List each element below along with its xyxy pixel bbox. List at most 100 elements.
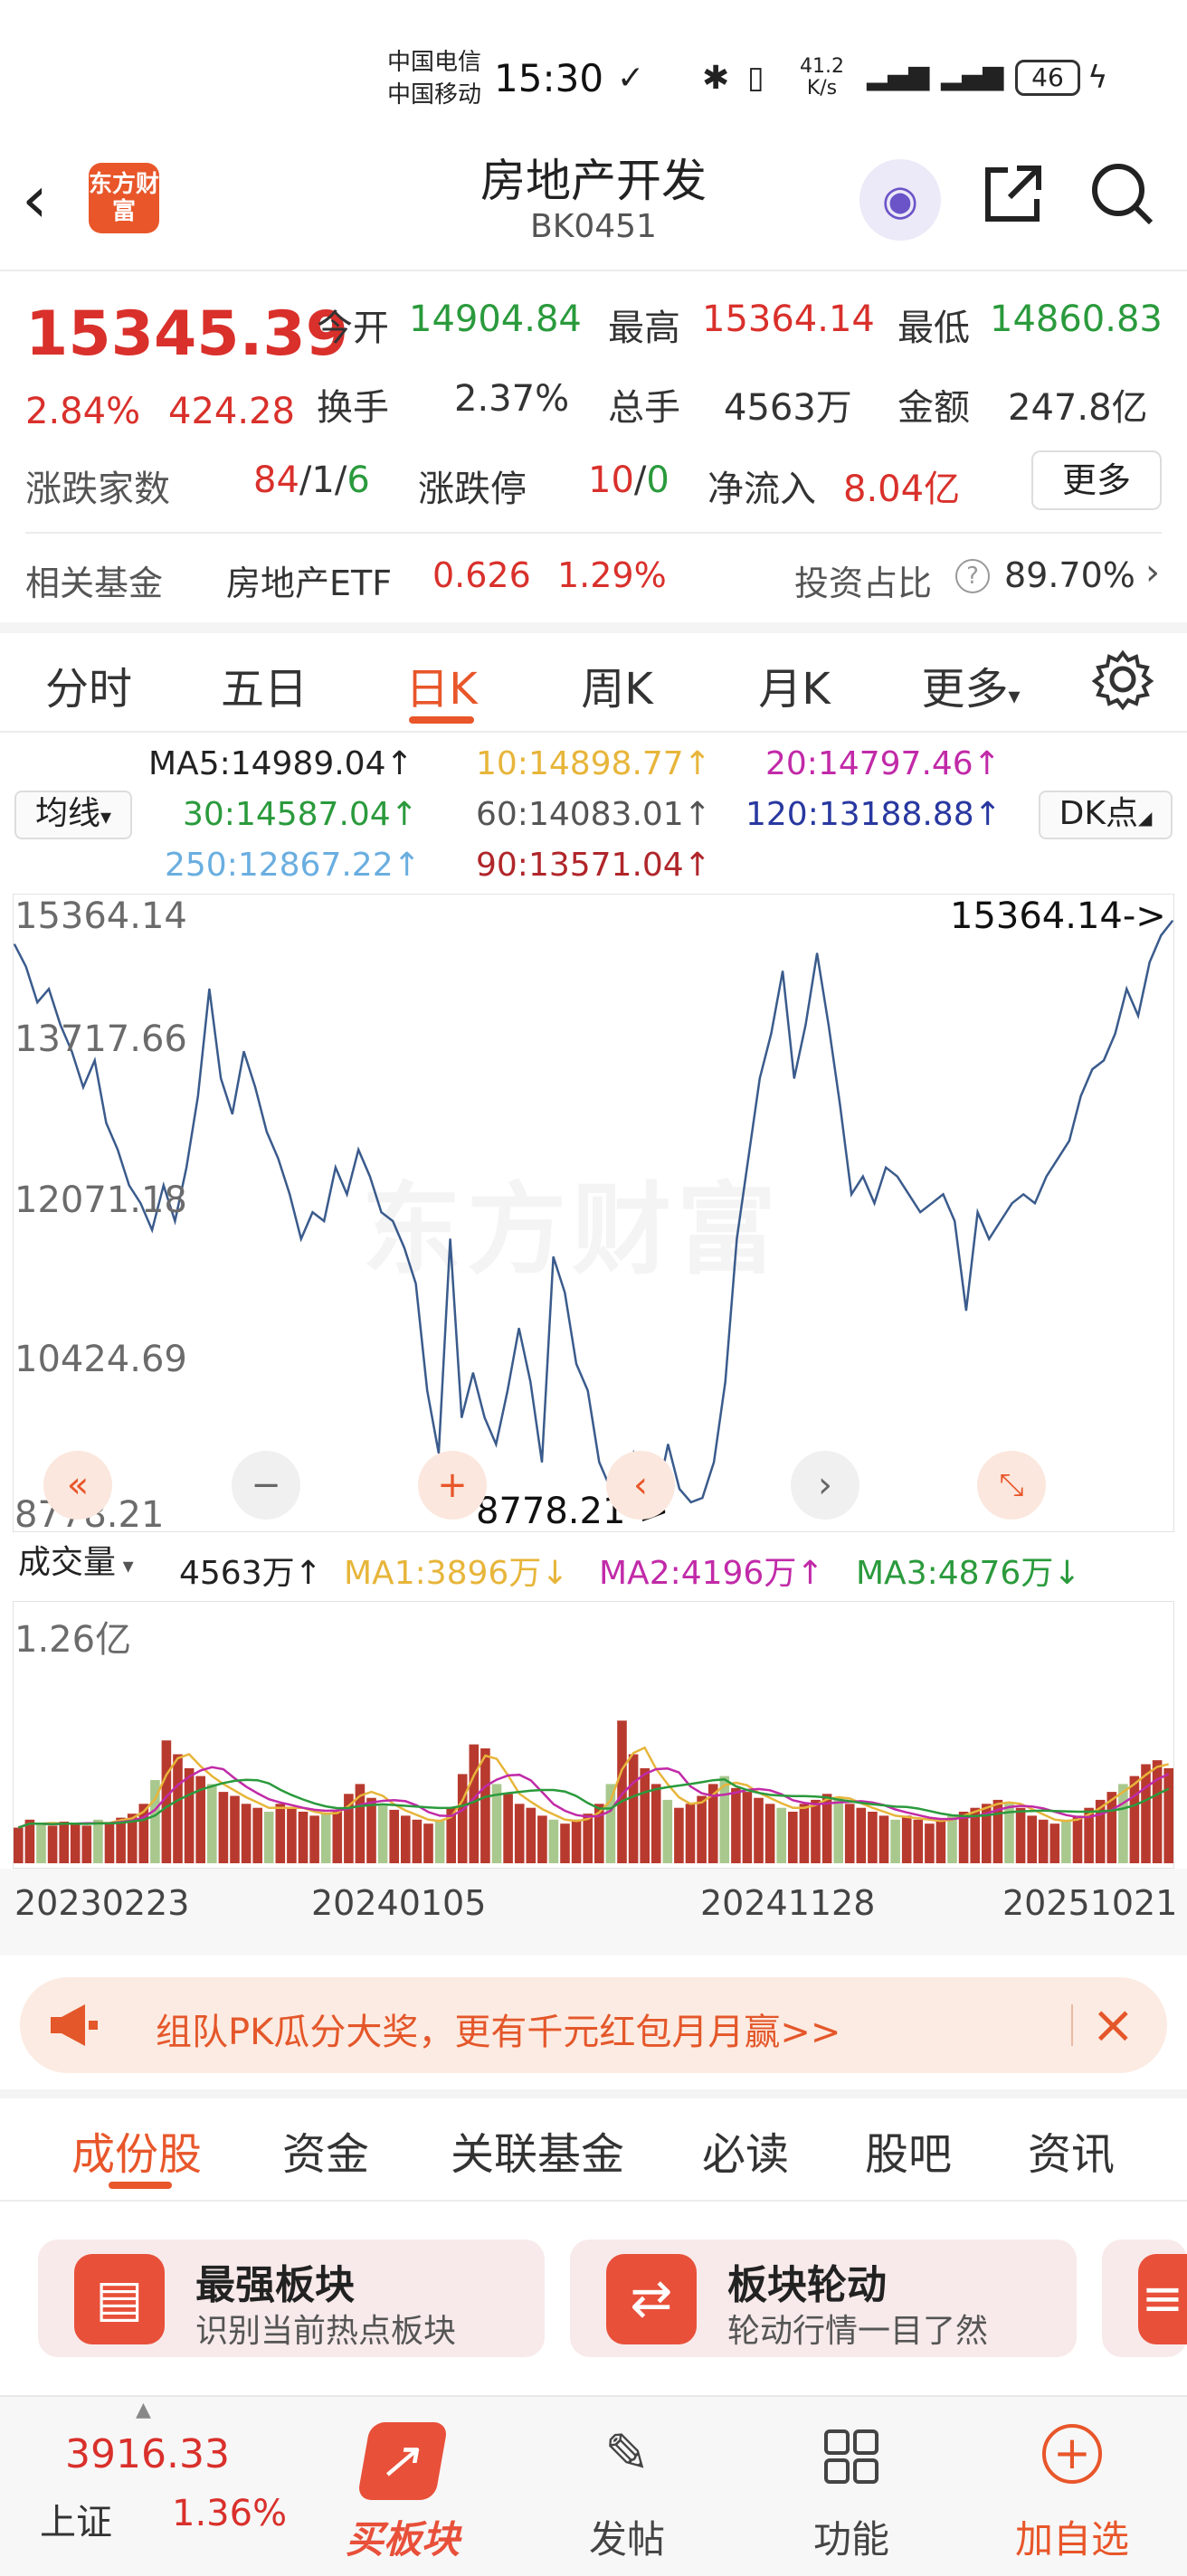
price-point [816,952,818,954]
tab-monthly-k[interactable]: 月K [724,653,865,716]
price-axis-label: 12071.18 [14,1179,187,1221]
volume-bar [332,1809,343,1863]
ma-selector[interactable]: 均线▾ [14,791,132,839]
price-axis-label: 10424.69 [14,1339,187,1380]
tab-indicator [409,716,474,724]
volume-bar [377,1805,388,1863]
price-point [1172,920,1173,922]
volume-bar [1129,1776,1140,1863]
nav-post[interactable]: ✎ 发帖 [568,2404,686,2567]
volume-bar [309,1815,319,1863]
close-icon[interactable]: × [1091,1994,1135,2055]
index-change[interactable]: 1.36% [172,2493,287,2534]
promo-banner[interactable]: 组队PK瓜分大奖，更有千元红包月月赢>> × [20,1977,1167,2073]
price-point [82,1086,84,1088]
low-value: 14860.83 [990,298,1163,340]
price-point [1022,1193,1024,1196]
scroll-left-icon[interactable]: « [43,1451,112,1520]
tab-forum[interactable]: 股吧 [845,2118,972,2182]
volume-bar [913,1819,924,1863]
volume-bar [1072,1815,1083,1863]
price-point [1011,1202,1013,1205]
volume-bar [526,1807,537,1863]
caret-down-icon: ▾ [1008,683,1021,710]
nav-buy-sector[interactable]: ↗ 买板块 [344,2404,461,2567]
caret-up-icon: ▲ [136,2399,151,2421]
card-partial[interactable]: ≡ [1102,2240,1187,2357]
tab-news[interactable]: 资讯 [1008,2118,1135,2182]
fund-name[interactable]: 房地产ETF [226,555,392,605]
price-point [518,1327,520,1330]
volume-bar [537,1815,547,1863]
volume-bar [799,1804,810,1863]
volume-selector[interactable]: 成交量 ▾ [13,1541,172,1590]
volume-bar [252,1807,262,1863]
volume-bar [640,1767,650,1863]
help-icon[interactable]: ? [955,559,990,593]
card-sector-rotation[interactable]: ⇄ 板块轮动 轮动行情一目了然 [570,2240,1077,2357]
tab-constituents[interactable]: 成份股 [51,2118,223,2182]
volume-bar [947,1815,957,1863]
amount-label: 金额 [897,387,970,429]
index-name[interactable]: 上证 [40,2493,112,2545]
tab-funds-flow[interactable]: 资金 [262,2118,389,2182]
zoom-out-icon[interactable]: − [232,1451,300,1520]
card-strongest-sector[interactable]: ▤ 最强板块 识别当前热点板块 [38,2240,545,2357]
back-icon[interactable]: ‹ [22,163,76,235]
step-left-icon[interactable]: ‹ [606,1451,675,1520]
price-point [679,1488,680,1490]
layers-icon: ≡ [1138,2254,1187,2344]
volume-bar [218,1792,229,1863]
inflow-value: 8.04亿 [843,469,961,510]
price-point [1114,1033,1116,1035]
volume-bar [70,1823,81,1863]
chevron-right-icon[interactable]: › [1145,552,1160,593]
price-point [426,1389,429,1392]
tab-weekly-k[interactable]: 周K [546,653,688,716]
vibrate-icon: ▯ [747,60,764,96]
price-point [1091,1068,1094,1070]
volume-bar [503,1794,513,1863]
ma250-value: 250:12867.22↑ [165,847,421,884]
ma90-value: 90:13571.04↑ [476,847,711,884]
price-point [1103,1059,1105,1062]
search-icon[interactable] [1086,157,1158,230]
sub-tab-indicator [109,2182,172,2189]
volume-bar [457,1774,468,1863]
caret-down-icon: ▾ [116,1553,134,1578]
price-point [907,1193,910,1196]
tab-more[interactable]: 更多▾ [912,653,1030,716]
tab-must-read[interactable]: 必读 [682,2118,809,2182]
tab-intraday[interactable]: 分时 [18,653,159,716]
nav-add-watchlist[interactable]: + 加自选 [1004,2404,1140,2567]
tab-related-funds[interactable]: 关联基金 [429,2118,646,2182]
price-point [1034,1202,1036,1205]
share-icon[interactable] [977,157,1049,230]
high-label: 最高 [608,308,680,349]
volume-bar [1061,1819,1071,1863]
volume-bar [935,1819,946,1863]
nav-functions[interactable]: 功能 [793,2404,910,2567]
index-value[interactable]: 3916.33 [65,2431,230,2477]
volume-bar [833,1797,843,1863]
price-point [105,1122,108,1124]
dk-point-button[interactable]: DK点◢ [1039,791,1173,839]
tab-daily-k[interactable]: 日K [371,653,512,716]
volume-bar [890,1819,900,1863]
tab-five-day[interactable]: 五日 [194,653,335,716]
volume-bar [1163,1767,1173,1863]
robot-assistant-icon[interactable]: ◉ [859,159,941,241]
volume-bar [560,1823,570,1863]
price-point [277,1158,280,1160]
price-point [541,1461,543,1463]
amount-value: 247.8亿 [1008,387,1148,429]
volume-chart[interactable] [13,1601,1174,1869]
zoom-in-icon[interactable]: + [418,1451,487,1520]
step-right-icon[interactable]: › [791,1451,859,1520]
price-point [289,1193,291,1196]
divider [0,2200,1187,2202]
more-button[interactable]: 更多 [1031,450,1162,510]
price-point [897,1175,898,1178]
fullscreen-icon[interactable]: ⤡ [977,1451,1046,1520]
settings-gear-icon[interactable] [1091,648,1154,711]
